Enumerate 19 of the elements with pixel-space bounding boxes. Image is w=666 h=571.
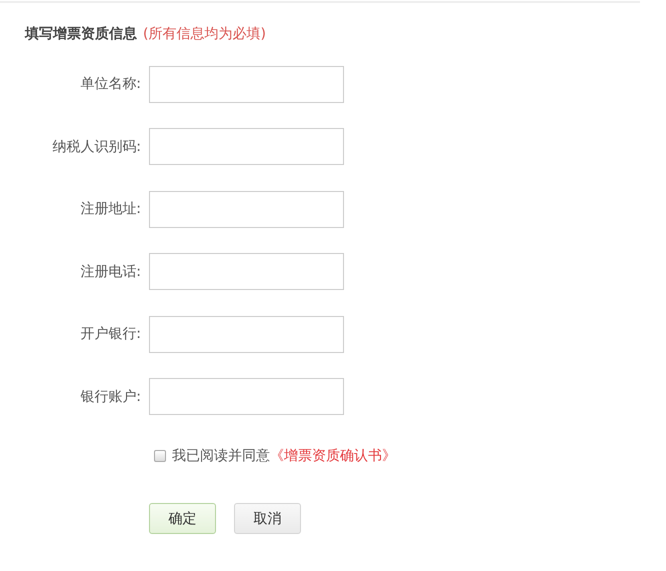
confirm-button[interactable]: 确定 [149,503,216,534]
field-label: 注册电话: [79,262,142,281]
input-field[interactable] [149,253,344,290]
field-label: 单位名称: [79,75,142,94]
input-field[interactable] [149,378,344,416]
checkbox[interactable] [154,450,166,462]
required-note: (所有信息均为必填) [143,25,266,43]
input-field[interactable] [149,66,344,103]
input-field[interactable] [149,316,344,353]
input-field[interactable] [149,128,344,166]
form-title: 填写增票资质信息 [25,25,137,43]
agreement-text: 我已阅读并同意 [172,447,270,465]
agreement-link[interactable]: 《增票资质确认书》 [270,447,396,465]
field-label: 注册地址: [79,200,142,218]
cancel-button[interactable]: 取消 [234,503,301,534]
field-label: 开户银行: [79,325,142,344]
field-label: 纳税人识别码: [51,138,142,156]
field-label: 银行账户: [79,388,142,406]
input-field[interactable] [149,190,344,228]
